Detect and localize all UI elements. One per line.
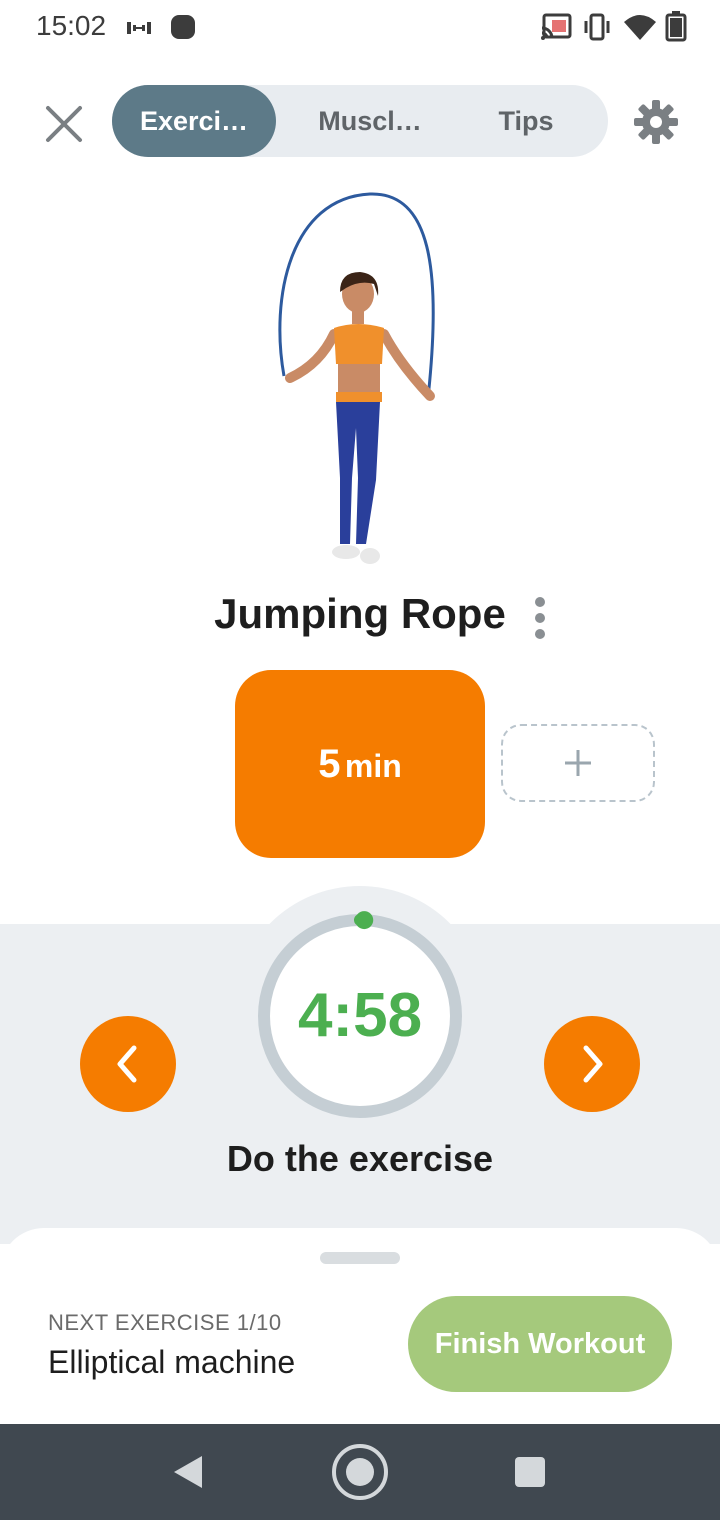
exercise-title: Jumping Rope — [214, 590, 506, 637]
recents-square-icon[interactable] — [514, 1456, 546, 1488]
tab-exercise[interactable]: Exerci… — [112, 85, 276, 157]
cast-icon — [541, 13, 572, 40]
previous-exercise-button[interactable] — [80, 1016, 176, 1112]
tab-bar: Exerci… Muscl… Tips — [112, 85, 608, 157]
chevron-right-icon — [583, 1045, 603, 1083]
finish-workout-button[interactable]: Finish Workout — [408, 1296, 672, 1392]
close-icon — [46, 106, 82, 142]
duration-unit: min — [344, 748, 402, 784]
settings-button[interactable] — [632, 98, 680, 146]
gear-icon — [634, 100, 678, 144]
close-button[interactable] — [40, 100, 88, 148]
system-navigation-bar — [0, 1424, 720, 1520]
tab-tips[interactable]: Tips — [456, 85, 596, 157]
timer-instruction: Do the exercise — [226, 1138, 494, 1179]
notification-dot-icon — [171, 15, 195, 39]
exercise-illustration — [278, 192, 435, 564]
next-exercise-label: NEXT EXERCISE 1/10 — [48, 1310, 282, 1335]
home-circle-icon[interactable] — [330, 1442, 390, 1502]
more-vert-icon — [535, 597, 545, 639]
plus-icon — [565, 750, 591, 776]
back-triangle-icon[interactable] — [172, 1454, 204, 1490]
wifi-icon — [624, 15, 656, 40]
more-options-button[interactable] — [528, 596, 552, 640]
workout-app-icon — [127, 22, 151, 34]
add-set-button[interactable] — [501, 724, 655, 802]
set-duration-card[interactable]: 5 min — [235, 670, 485, 858]
timer-countdown: 4:58 — [297, 981, 423, 1050]
status-time: 15:02 — [36, 10, 107, 41]
chevron-left-icon — [117, 1045, 137, 1083]
next-exercise-button[interactable] — [544, 1016, 640, 1112]
next-exercise-name: Elliptical machine — [48, 1344, 296, 1380]
duration-value: 5 — [318, 742, 341, 786]
vibrate-icon — [584, 13, 610, 41]
tab-muscles[interactable]: Muscl… — [284, 85, 456, 157]
battery-icon — [665, 11, 687, 42]
status-bar: 15:02 — [0, 0, 720, 56]
sheet-drag-handle[interactable] — [320, 1252, 400, 1264]
